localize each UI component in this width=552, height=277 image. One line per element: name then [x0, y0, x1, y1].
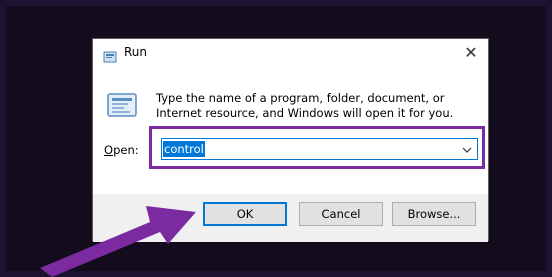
open-label: Open: — [104, 143, 139, 157]
open-combobox[interactable]: control — [161, 138, 478, 160]
open-label-accelerator: O — [104, 143, 114, 157]
cancel-button[interactable]: Cancel — [299, 202, 383, 226]
dialog-title: Run — [124, 45, 148, 59]
open-input-value[interactable]: control — [163, 141, 205, 157]
open-label-text: pen: — [113, 143, 139, 157]
close-icon[interactable]: ✕ — [463, 45, 479, 61]
run-icon — [103, 48, 117, 63]
run-large-icon — [106, 92, 138, 118]
title-bar[interactable]: Run ✕ — [93, 39, 488, 69]
browse-button[interactable]: Browse... — [392, 202, 476, 226]
chevron-down-icon[interactable] — [461, 142, 473, 156]
ok-button[interactable]: OK — [203, 202, 287, 226]
button-bar: OK Cancel Browse... — [93, 194, 488, 242]
run-dialog: Run ✕ Type the name of a program, folder… — [92, 38, 489, 242]
description-text: Type the name of a program, folder, docu… — [156, 91, 454, 120]
